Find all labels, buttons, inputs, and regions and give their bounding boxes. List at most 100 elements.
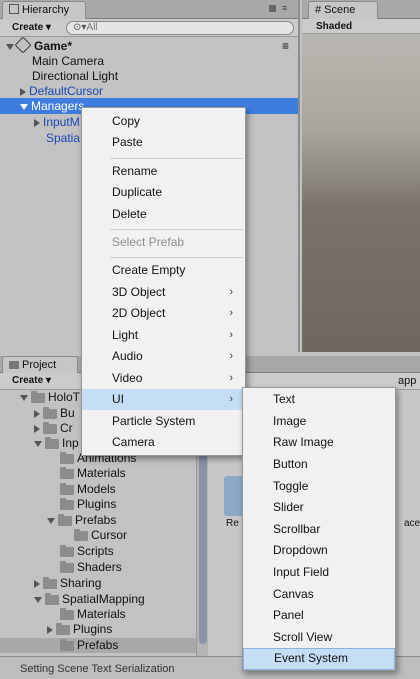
submenu-item-panel[interactable]: Panel xyxy=(243,605,395,627)
menu-item-create-empty[interactable]: Create Empty xyxy=(82,260,245,281)
tree-item-input[interactable]: Inp xyxy=(34,436,79,451)
tree-item-cursor[interactable]: Cursor xyxy=(74,528,127,543)
submenu-item-event-system[interactable]: Event System xyxy=(243,648,395,670)
submenu-item-image[interactable]: Image xyxy=(243,411,395,433)
chevron-right-icon: › xyxy=(229,350,233,362)
hierarchy-row-scene[interactable]: Game* ≡ xyxy=(0,36,298,54)
status-text: Setting Scene Text Serialization xyxy=(20,663,175,675)
tab-project[interactable]: Project xyxy=(2,356,78,373)
menu-item-copy[interactable]: Copy xyxy=(82,111,245,132)
tree-item-materials[interactable]: Materials xyxy=(60,466,126,481)
menu-item-delete[interactable]: Delete xyxy=(82,204,245,225)
chevron-right-icon: › xyxy=(229,372,233,384)
lock-icon[interactable] xyxy=(269,5,276,12)
expand-arrow-icon[interactable] xyxy=(34,596,42,603)
shading-mode-dropdown[interactable]: Shaded xyxy=(312,20,356,34)
tree-item-sm-prefabs[interactable]: Prefabs xyxy=(0,638,196,653)
tree-item-spatialmapping[interactable]: SpatialMapping xyxy=(34,592,145,607)
folder-icon xyxy=(60,451,74,464)
folder-icon xyxy=(45,436,59,449)
menu-separator xyxy=(110,257,243,258)
submenu-item-raw-image[interactable]: Raw Image xyxy=(243,432,395,454)
folder-icon xyxy=(74,528,88,541)
menu-item-paste[interactable]: Paste xyxy=(82,132,245,153)
expand-arrow-icon[interactable] xyxy=(47,625,53,634)
tree-item-shaders[interactable]: Shaders xyxy=(60,560,122,575)
menu-item-2d-object[interactable]: 2D Object › xyxy=(82,303,245,324)
scene-viewport[interactable] xyxy=(302,34,420,352)
expand-arrow-icon[interactable] xyxy=(34,440,42,447)
submenu-item-canvas[interactable]: Canvas xyxy=(243,584,395,606)
submenu-item-button[interactable]: Button xyxy=(243,454,395,476)
unity-scene-icon xyxy=(14,36,32,54)
hierarchy-row-directional-light[interactable]: Directional Light xyxy=(0,68,298,84)
context-menu: Copy Paste Rename Duplicate Delete Selec… xyxy=(81,107,246,456)
tree-item-plugins[interactable]: Plugins xyxy=(60,497,116,512)
tab-hierarchy[interactable]: Hierarchy xyxy=(2,1,86,19)
tree-item-scripts[interactable]: Scripts xyxy=(60,544,114,559)
folder-icon xyxy=(60,607,74,620)
tree-item-sm-plugins[interactable]: Plugins xyxy=(47,622,112,637)
menu-item-particle-system[interactable]: Particle System xyxy=(82,411,245,432)
submenu-item-scroll-view[interactable]: Scroll View xyxy=(243,627,395,649)
tree-item-crossplatform[interactable]: Cr xyxy=(34,421,73,436)
asset-thumbnail[interactable] xyxy=(224,476,244,516)
menu-item-light[interactable]: Light › xyxy=(82,325,245,346)
menu-item-audio[interactable]: Audio › xyxy=(82,346,245,367)
submenu-item-slider[interactable]: Slider xyxy=(243,497,395,519)
folder-icon xyxy=(60,544,74,557)
submenu-item-text[interactable]: Text xyxy=(243,389,395,411)
menu-item-duplicate[interactable]: Duplicate xyxy=(82,182,245,203)
tree-item-build[interactable]: Bu xyxy=(34,406,75,421)
tree-item-models[interactable]: Models xyxy=(60,482,116,497)
project-partial-label: app xyxy=(398,375,417,387)
submenu-item-scrollbar[interactable]: Scrollbar xyxy=(243,519,395,541)
dropdown-arrow-icon: ▾ xyxy=(45,375,51,386)
expand-arrow-icon[interactable] xyxy=(20,103,28,110)
expand-arrow-icon[interactable] xyxy=(20,394,28,401)
menu-item-video[interactable]: Video › xyxy=(82,368,245,389)
tree-item-sm-materials[interactable]: Materials xyxy=(60,607,126,622)
chevron-right-icon: › xyxy=(229,329,233,341)
expand-arrow-icon[interactable] xyxy=(34,424,40,433)
folder-tab-icon xyxy=(9,361,19,369)
expand-arrow-icon[interactable] xyxy=(6,43,14,50)
menu-item-ui[interactable]: UI › xyxy=(82,389,245,410)
chevron-right-icon: › xyxy=(229,307,233,319)
menu-separator xyxy=(110,158,243,159)
folder-icon xyxy=(56,622,70,635)
expand-arrow-icon[interactable] xyxy=(34,409,40,418)
scene-tabbar: # Scene xyxy=(302,0,420,19)
expand-arrow-icon[interactable] xyxy=(34,579,40,588)
project-create-button[interactable]: Create ▾ xyxy=(8,374,55,388)
submenu-item-dropdown[interactable]: Dropdown xyxy=(243,540,395,562)
menu-item-3d-object[interactable]: 3D Object › xyxy=(82,282,245,303)
menu-separator xyxy=(110,229,243,230)
expand-arrow-icon[interactable] xyxy=(34,118,40,127)
menu-item-rename[interactable]: Rename xyxy=(82,161,245,182)
hierarchy-create-button[interactable]: Create ▾ xyxy=(8,21,55,35)
expand-arrow-icon[interactable] xyxy=(47,517,55,524)
folder-icon xyxy=(43,421,57,434)
hierarchy-row-main-camera[interactable]: Main Camera xyxy=(0,53,298,69)
menu-item-camera[interactable]: Camera xyxy=(82,432,245,453)
folder-icon xyxy=(45,592,59,605)
tree-item-prefabs[interactable]: Prefabs xyxy=(47,513,116,528)
asset-label-partial: Re xyxy=(226,518,239,529)
scene-options-icon[interactable]: ≡ xyxy=(282,38,289,54)
tab-scene[interactable]: # Scene xyxy=(308,1,378,19)
submenu-item-toggle[interactable]: Toggle xyxy=(243,476,395,498)
hierarchy-row-default-cursor[interactable]: DefaultCursor xyxy=(0,83,298,99)
folder-icon xyxy=(60,560,74,573)
tree-item-sharing[interactable]: Sharing xyxy=(34,576,101,591)
folder-icon xyxy=(43,406,57,419)
scene-toolbar: Shaded xyxy=(302,19,420,34)
submenu-item-input-field[interactable]: Input Field xyxy=(243,562,395,584)
folder-icon xyxy=(60,497,74,510)
tree-item-holotoolkit[interactable]: HoloT xyxy=(20,390,80,405)
hierarchy-search-input[interactable]: ⊙▾All xyxy=(66,21,294,35)
hierarchy-tabbar: Hierarchy ≡ xyxy=(0,0,298,19)
menu-item-select-prefab: Select Prefab xyxy=(112,235,185,249)
panel-menu-icon[interactable]: ≡ xyxy=(282,3,292,13)
expand-arrow-icon[interactable] xyxy=(20,87,26,96)
